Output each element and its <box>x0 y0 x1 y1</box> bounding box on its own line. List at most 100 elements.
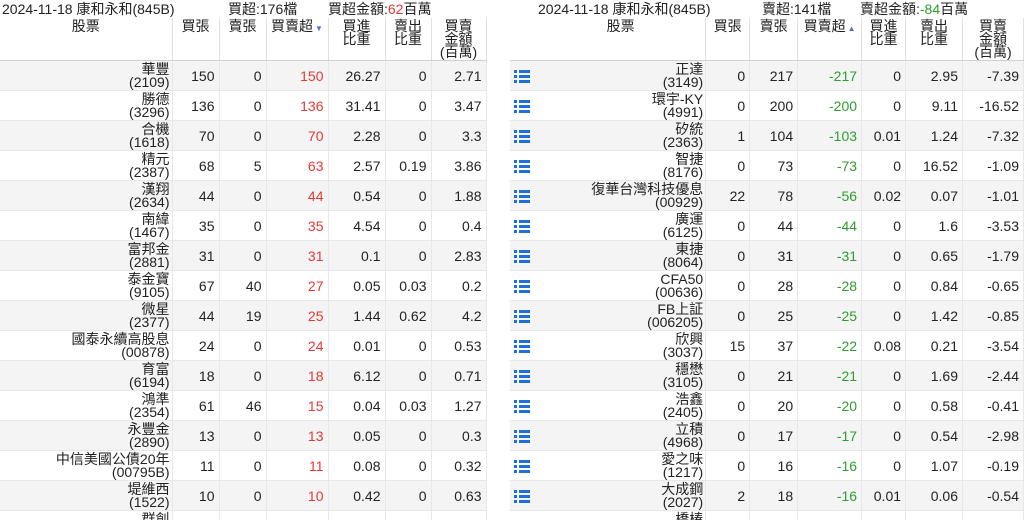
stock-cell[interactable]: 穩懋 (3105) <box>535 360 707 391</box>
table-row[interactable]: 復華台灣科技優息 (00929) 22 78 -56 0.02 0.07 -1.01 <box>510 180 1024 211</box>
stock-cell[interactable]: 智捷 (8176) <box>535 150 707 181</box>
list-icon[interactable] <box>514 399 530 413</box>
col-header-stock[interactable]: 股票 <box>0 18 173 61</box>
stock-cell[interactable]: 育富 (6194) <box>0 360 173 391</box>
row-action-cell[interactable] <box>510 510 536 520</box>
stock-cell[interactable]: 群創(3481) <box>0 510 173 520</box>
list-icon[interactable] <box>514 459 530 473</box>
table-row[interactable]: 華豐 (2109) 150 0 150 26.27 0 2.71 <box>0 60 487 91</box>
col-header-sell[interactable]: 賣張 <box>749 18 799 61</box>
table-row[interactable]: 鴻準 (2354) 61 46 15 0.04 0.03 1.27 <box>0 390 487 421</box>
table-row[interactable]: 微星 (2377) 44 19 25 1.44 0.62 4.2 <box>0 300 487 331</box>
stock-cell[interactable]: 環宇-KY (4991) <box>535 90 707 121</box>
stock-cell[interactable]: 永豐金 (2890) <box>0 420 173 451</box>
table-row[interactable]: 群創(3481)2010100.040.020.15 <box>0 510 487 520</box>
list-icon[interactable] <box>514 489 530 503</box>
col-header-buy-ratio[interactable]: 買進 比重 <box>861 18 907 61</box>
stock-cell[interactable]: 精元 (2387) <box>0 150 173 181</box>
stock-cell[interactable]: 矽統 (2363) <box>535 120 707 151</box>
row-action-cell[interactable] <box>510 120 536 151</box>
list-icon[interactable] <box>514 429 530 443</box>
col-header-buy[interactable]: 買張 <box>705 18 751 61</box>
table-row[interactable]: 南緯 (1467) 35 0 35 4.54 0 0.4 <box>0 210 487 241</box>
table-row[interactable]: FB上証 (006205) 0 25 -25 0 1.42 -0.85 <box>510 300 1024 331</box>
table-row[interactable]: 中信美國公債20年 (00795B) 11 0 11 0.08 0 0.32 <box>0 450 487 481</box>
list-icon[interactable] <box>514 69 530 83</box>
stock-name[interactable]: 群創 <box>142 512 170 520</box>
list-icon[interactable] <box>514 249 530 263</box>
table-row[interactable]: 國泰永續高股息 (00878) 24 0 24 0.01 0 0.53 <box>0 330 487 361</box>
table-row[interactable]: 永豐金 (2890) 13 0 13 0.05 0 0.3 <box>0 420 487 451</box>
stock-cell[interactable]: 南緯 (1467) <box>0 210 173 241</box>
table-row[interactable]: 立積 (4968) 0 17 -17 0 0.54 -2.98 <box>510 420 1024 451</box>
table-row[interactable]: 欣興 (3037) 15 37 -22 0.08 0.21 -3.54 <box>510 330 1024 361</box>
stock-cell[interactable]: 浩鑫 (2405) <box>535 390 707 421</box>
list-icon[interactable] <box>514 279 530 293</box>
row-action-cell[interactable] <box>510 90 536 121</box>
stock-cell[interactable]: 橋椿(2062) <box>535 510 707 520</box>
row-action-cell[interactable] <box>510 60 536 91</box>
stock-cell[interactable]: 漢翔 (2634) <box>0 180 173 211</box>
stock-cell[interactable]: 微星 (2377) <box>0 300 173 331</box>
stock-cell[interactable]: 大成鋼 (2027) <box>535 480 707 511</box>
col-header-sell-ratio[interactable]: 賣出 比重 <box>905 18 963 61</box>
row-action-cell[interactable] <box>510 300 536 331</box>
table-row[interactable]: 智捷 (8176) 0 73 -73 0 16.52 -1.09 <box>510 150 1024 181</box>
table-row[interactable]: 浩鑫 (2405) 0 20 -20 0 0.58 -0.41 <box>510 390 1024 421</box>
row-action-cell[interactable] <box>510 420 536 451</box>
col-header-net[interactable]: 買賣超 ▲ <box>797 18 863 61</box>
table-row[interactable]: 愛之味 (1217) 0 16 -16 0 1.07 -0.19 <box>510 450 1024 481</box>
stock-cell[interactable]: 正達 (3149) <box>535 60 707 91</box>
stock-cell[interactable]: 中信美國公債20年 (00795B) <box>0 450 173 481</box>
col-header-net[interactable]: 買賣超 ▼ <box>266 18 329 61</box>
row-action-cell[interactable] <box>510 150 536 181</box>
table-row[interactable]: 堤維西 (1522) 10 0 10 0.42 0 0.63 <box>0 480 487 511</box>
stock-cell[interactable]: 復華台灣科技優息 (00929) <box>535 180 707 211</box>
stock-cell[interactable]: 富邦金 (2881) <box>0 240 173 271</box>
stock-cell[interactable]: 堤維西 (1522) <box>0 480 173 511</box>
table-row[interactable]: 矽統 (2363) 1 104 -103 0.01 1.24 -7.32 <box>510 120 1024 151</box>
stock-cell[interactable]: 合機 (1618) <box>0 120 173 151</box>
stock-cell[interactable]: 鴻準 (2354) <box>0 390 173 421</box>
table-row[interactable]: 精元 (2387) 68 5 63 2.57 0.19 3.86 <box>0 150 487 181</box>
table-row[interactable]: CFA50 (00636) 0 28 -28 0 0.84 -0.65 <box>510 270 1024 301</box>
list-icon[interactable] <box>514 159 530 173</box>
stock-cell[interactable]: 欣興 (3037) <box>535 330 707 361</box>
row-action-cell[interactable] <box>510 180 536 211</box>
list-icon[interactable] <box>514 129 530 143</box>
row-action-cell[interactable] <box>510 390 536 421</box>
row-action-cell[interactable] <box>510 270 536 301</box>
stock-name[interactable]: 橋椿 <box>675 512 703 520</box>
list-icon[interactable] <box>514 189 530 203</box>
stock-cell[interactable]: CFA50 (00636) <box>535 270 707 301</box>
table-row[interactable]: 勝德 (3296) 136 0 136 31.41 0 3.47 <box>0 90 487 121</box>
table-row[interactable]: 正達 (3149) 0 217 -217 0 2.95 -7.39 <box>510 60 1024 91</box>
col-header-buy[interactable]: 買張 <box>172 18 220 61</box>
table-row[interactable]: 東捷 (8064) 0 31 -31 0 0.65 -1.79 <box>510 240 1024 271</box>
table-row[interactable]: 富邦金 (2881) 31 0 31 0.1 0 2.83 <box>0 240 487 271</box>
col-header-buy-ratio[interactable]: 買進 比重 <box>328 18 386 61</box>
table-row[interactable]: 橋椿(2062)016-1601.22-0.5 <box>510 510 1024 520</box>
stock-cell[interactable]: 愛之味 (1217) <box>535 450 707 481</box>
col-header-sell-ratio[interactable]: 賣出 比重 <box>385 18 432 61</box>
stock-cell[interactable]: FB上証 (006205) <box>535 300 707 331</box>
table-row[interactable]: 大成鋼 (2027) 2 18 -16 0.01 0.06 -0.54 <box>510 480 1024 511</box>
table-row[interactable]: 育富 (6194) 18 0 18 6.12 0 0.71 <box>0 360 487 391</box>
col-header-stock[interactable]: 股票 <box>535 18 707 61</box>
list-icon[interactable] <box>514 219 530 233</box>
row-action-cell[interactable] <box>510 210 536 241</box>
col-header-sell[interactable]: 賣張 <box>219 18 267 61</box>
col-header-amount[interactable]: 買賣 金額 (百萬) <box>962 18 1024 61</box>
table-row[interactable]: 合機 (1618) 70 0 70 2.28 0 3.3 <box>0 120 487 151</box>
stock-cell[interactable]: 立積 (4968) <box>535 420 707 451</box>
stock-cell[interactable]: 國泰永續高股息 (00878) <box>0 330 173 361</box>
stock-cell[interactable]: 泰金寶 (9105) <box>0 270 173 301</box>
list-icon[interactable] <box>514 369 530 383</box>
list-icon[interactable] <box>514 99 530 113</box>
stock-cell[interactable]: 勝德 (3296) <box>0 90 173 121</box>
stock-cell[interactable]: 華豐 (2109) <box>0 60 173 91</box>
row-action-cell[interactable] <box>510 240 536 271</box>
stock-cell[interactable]: 廣運 (6125) <box>535 210 707 241</box>
table-row[interactable]: 穩懋 (3105) 0 21 -21 0 1.69 -2.44 <box>510 360 1024 391</box>
stock-cell[interactable]: 東捷 (8064) <box>535 240 707 271</box>
